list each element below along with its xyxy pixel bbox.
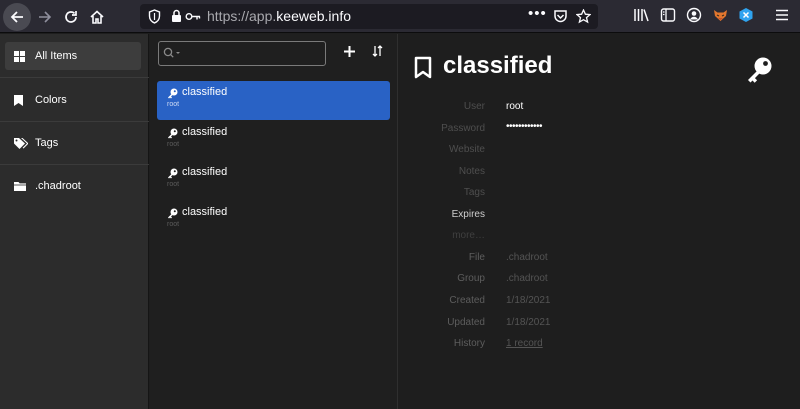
entry-title: classified: [182, 126, 228, 138]
sidebar-toggle-icon[interactable]: [660, 7, 676, 23]
more-fields-link[interactable]: more…: [452, 230, 485, 241]
sort-icon: [372, 45, 382, 57]
bookmark-outline-icon[interactable]: [414, 56, 432, 80]
menu-item-label: Colors: [35, 94, 67, 106]
entry-title: classified: [182, 166, 228, 178]
key-icon: [168, 168, 178, 179]
add-entry-button[interactable]: [340, 42, 358, 60]
list-item[interactable]: classified root: [157, 121, 390, 160]
field-label-file: File: [468, 252, 485, 263]
history-link[interactable]: 1 record: [506, 338, 543, 349]
menu-item-chadroot[interactable]: .chadroot: [5, 172, 141, 200]
entry-title-heading[interactable]: classified: [443, 52, 552, 80]
field-label-updated: Updated: [447, 317, 485, 328]
field-value-updated: 1/18/2021: [506, 317, 551, 328]
menu-item-tags[interactable]: Tags: [5, 129, 141, 157]
back-button[interactable]: [3, 3, 31, 31]
extension-fox-icon[interactable]: [712, 7, 729, 23]
folder-icon: [14, 181, 28, 191]
tags-icon: [14, 137, 28, 149]
field-label-group: Group: [457, 273, 485, 284]
field-value-file: .chadroot: [506, 252, 548, 263]
bookmark-icon: [14, 94, 28, 106]
url-prefix: https://app.: [207, 8, 277, 24]
library-icon[interactable]: [633, 7, 650, 23]
address-bar[interactable]: https://app.keeweb.info •••: [140, 4, 598, 29]
entry-user: root: [167, 221, 180, 228]
menu-item-all-items[interactable]: All Items: [5, 42, 141, 70]
url-host: keeweb.info: [276, 8, 351, 24]
key-icon[interactable]: [746, 56, 773, 83]
key-icon: [168, 88, 178, 99]
field-label-tags[interactable]: Tags: [464, 187, 485, 198]
home-icon: [90, 10, 104, 24]
field-label-created: Created: [449, 295, 485, 306]
field-value-user[interactable]: root: [506, 101, 523, 112]
key-icon: [168, 208, 178, 219]
menu-divider: [0, 164, 149, 165]
menu-item-label: .chadroot: [35, 180, 81, 192]
extension-keeweb-icon[interactable]: [738, 7, 754, 23]
entry-title: classified: [182, 206, 228, 218]
menu-item-label: Tags: [35, 137, 59, 149]
menu-item-label: All Items: [35, 50, 78, 62]
url-text[interactable]: https://app.keeweb.info: [207, 8, 351, 24]
list-item[interactable]: classified root: [157, 161, 390, 200]
list-item[interactable]: classified root: [157, 201, 390, 240]
arrow-left-icon: [10, 11, 23, 23]
search-icon[interactable]: [163, 47, 183, 59]
entry-title: classified: [182, 86, 228, 98]
field-label-website[interactable]: Website: [449, 144, 485, 155]
app-sidebar: All Items Colors Tags .chadroot: [0, 34, 149, 409]
menu-divider: [0, 121, 149, 122]
key-permission-icon[interactable]: [185, 12, 201, 21]
menu-item-colors[interactable]: Colors: [5, 86, 141, 114]
field-value-group[interactable]: .chadroot: [506, 273, 548, 284]
account-icon[interactable]: [686, 7, 702, 23]
star-icon[interactable]: [576, 9, 591, 24]
menu-divider: [0, 77, 149, 78]
field-label-expires[interactable]: Expires: [452, 209, 485, 220]
field-label-user: User: [463, 101, 485, 112]
home-button[interactable]: [84, 4, 110, 30]
entry-list-panel: classified root classified root classifi…: [150, 34, 398, 409]
entry-details-panel: classified User root Password ••••••••••…: [399, 34, 800, 409]
search-input[interactable]: [158, 41, 326, 66]
field-label-history: History: [453, 338, 485, 349]
plus-icon: [343, 45, 355, 57]
page-actions-button[interactable]: •••: [528, 5, 547, 22]
key-icon: [168, 128, 178, 139]
entry-user: root: [167, 141, 180, 148]
entry-user: root: [167, 101, 180, 108]
reload-icon: [65, 11, 77, 23]
lock-icon[interactable]: [171, 9, 182, 23]
field-label-password: Password: [441, 123, 485, 134]
shield-icon[interactable]: [148, 9, 161, 24]
field-value-password[interactable]: ••••••••••••: [506, 121, 543, 132]
entry-user: root: [167, 181, 180, 188]
pocket-icon[interactable]: [553, 9, 568, 24]
sort-button[interactable]: [368, 42, 386, 60]
forward-button[interactable]: [32, 4, 58, 30]
field-value-created: 1/18/2021: [506, 295, 551, 306]
list-item[interactable]: classified root: [157, 81, 390, 120]
field-label-notes[interactable]: Notes: [459, 166, 485, 177]
browser-toolbar: https://app.keeweb.info •••: [0, 0, 800, 33]
arrow-right-icon: [39, 11, 52, 23]
reload-button[interactable]: [58, 4, 84, 30]
hamburger-menu-icon[interactable]: [775, 7, 789, 23]
grid-icon: [14, 50, 28, 62]
